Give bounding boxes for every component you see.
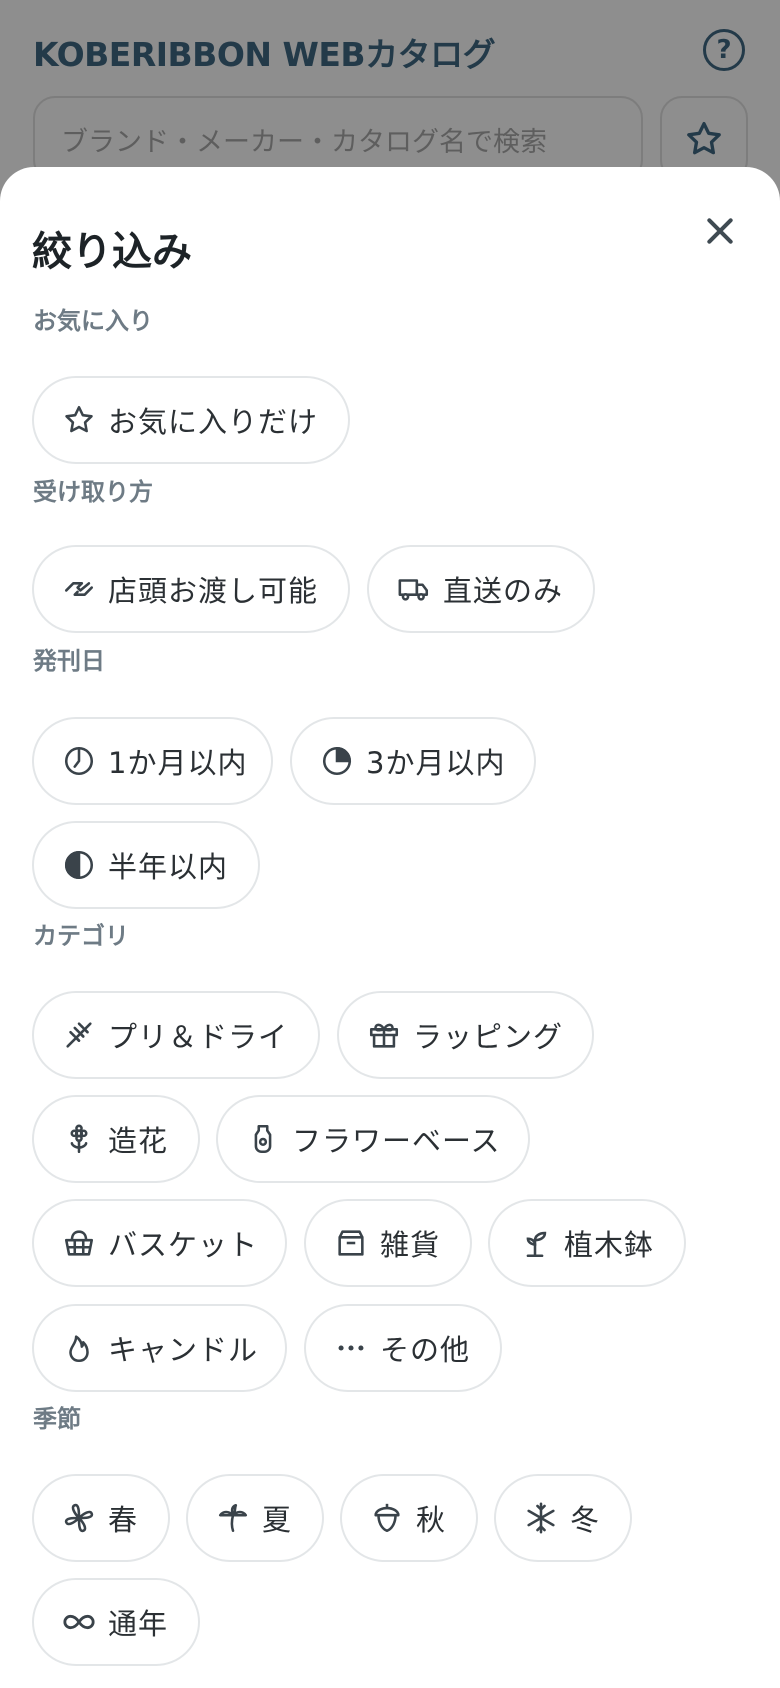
chip-vase[interactable]: フラワーベース: [216, 1095, 530, 1183]
chip-label: 造花: [108, 1124, 169, 1158]
chip-label: 半年以内: [108, 850, 229, 884]
box-icon: [334, 1226, 368, 1260]
chip-label: 冬: [570, 1503, 601, 1537]
palm-icon: [216, 1501, 250, 1535]
chip-store-pickup[interactable]: 店頭お渡し可能: [32, 545, 350, 633]
chip-label: その他: [380, 1333, 471, 1367]
chip-label: ラッピング: [413, 1020, 564, 1054]
chip-label: 夏: [262, 1503, 293, 1537]
snowflake-icon: [524, 1501, 558, 1535]
clover-icon: [62, 1501, 96, 1535]
chip-basket[interactable]: バスケット: [32, 1199, 287, 1287]
section-label-season: 季節: [33, 1405, 81, 1433]
wheat-icon: [62, 1018, 96, 1052]
chip-candle[interactable]: キャンドル: [32, 1304, 287, 1392]
chip-label: フラワーベース: [292, 1124, 501, 1158]
flame-icon: [62, 1331, 96, 1365]
search-placeholder: ブランド・メーカー・カタログ名で検索: [61, 126, 547, 158]
sheet-title: 絞り込み: [32, 229, 192, 275]
chip-label: 通年: [108, 1607, 169, 1641]
infinity-icon: [62, 1605, 96, 1639]
chip-artificial-flower[interactable]: 造花: [32, 1095, 200, 1183]
chip-label: 秋: [416, 1503, 447, 1537]
chip-one-month[interactable]: 1か月以内: [32, 717, 273, 805]
chip-label: 植木鉢: [564, 1228, 655, 1262]
chip-pot[interactable]: 植木鉢: [488, 1199, 686, 1287]
chip-label: プリ＆ドライ: [108, 1020, 289, 1054]
chip-label: 直送のみ: [443, 574, 564, 608]
close-button[interactable]: [700, 211, 740, 251]
section-label-favorites: お気に入り: [33, 307, 153, 335]
chip-autumn[interactable]: 秋: [340, 1474, 478, 1562]
star-icon: [62, 403, 96, 437]
chip-other[interactable]: その他: [304, 1304, 502, 1392]
chip-label: キャンドル: [108, 1333, 259, 1367]
chip-summer[interactable]: 夏: [186, 1474, 324, 1562]
chip-label: お気に入りだけ: [108, 405, 319, 439]
sprout-icon: [518, 1226, 552, 1260]
chip-label: 3か月以内: [366, 746, 506, 780]
filter-sheet: 絞り込み お気に入り お気に入りだけ 受け取り方 店頭お渡し可能 直送のみ 発刊…: [0, 167, 780, 1688]
chip-label: 1か月以内: [108, 746, 248, 780]
section-label-category: カテゴリ: [33, 922, 129, 950]
chip-preserved-dried[interactable]: プリ＆ドライ: [32, 991, 320, 1079]
chip-spring[interactable]: 春: [32, 1474, 170, 1562]
chip-direct-ship[interactable]: 直送のみ: [367, 545, 595, 633]
chip-all-year[interactable]: 通年: [32, 1578, 200, 1666]
handshake-icon: [62, 572, 96, 606]
chip-favorites-only[interactable]: お気に入りだけ: [32, 376, 350, 464]
chip-three-months[interactable]: 3か月以内: [290, 717, 536, 805]
chip-label: 雑貨: [380, 1228, 441, 1262]
app-title: KOBERIBBON WEBカタログ: [33, 35, 496, 74]
basket-icon: [62, 1226, 96, 1260]
pie-quarter-icon: [320, 744, 354, 778]
star-icon: [687, 122, 721, 155]
chip-goods[interactable]: 雑貨: [304, 1199, 472, 1287]
close-icon: [707, 218, 733, 244]
section-label-published: 発刊日: [33, 647, 105, 675]
acorn-icon: [370, 1501, 404, 1535]
half-circle-icon: [62, 848, 96, 882]
chip-half-year[interactable]: 半年以内: [32, 821, 260, 909]
vase-icon: [246, 1122, 280, 1156]
chip-wrapping[interactable]: ラッピング: [337, 991, 594, 1079]
question-circle-icon: ?: [716, 35, 732, 65]
chip-winter[interactable]: 冬: [494, 1474, 632, 1562]
dots-icon: [334, 1331, 368, 1365]
help-button[interactable]: ?: [703, 29, 745, 71]
truck-icon: [397, 572, 431, 606]
chip-label: 春: [108, 1503, 139, 1537]
chip-label: バスケット: [108, 1228, 259, 1262]
chip-label: 店頭お渡し可能: [108, 574, 319, 608]
clock-quarter-icon: [62, 744, 96, 778]
gift-icon: [367, 1018, 401, 1052]
section-label-receive: 受け取り方: [33, 478, 153, 506]
flower-icon: [62, 1122, 96, 1156]
